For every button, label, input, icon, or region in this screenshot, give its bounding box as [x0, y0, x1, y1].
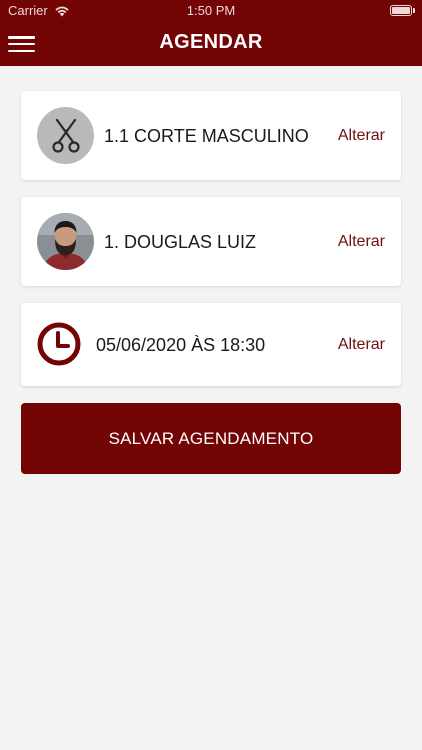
- status-time: 1:50 PM: [186, 3, 236, 18]
- app-header: Carrier 1:50 PM AGENDAR: [0, 0, 422, 66]
- change-datetime-link[interactable]: Alterar: [338, 336, 385, 354]
- datetime-label: 05/06/2020 ÀS 18:30: [96, 335, 266, 355]
- professional-avatar: [37, 213, 94, 270]
- datetime-card[interactable]: 05/06/2020 ÀS 18:30 Alterar: [21, 303, 401, 386]
- scissors-icon: [51, 118, 80, 153]
- service-avatar: [37, 107, 94, 164]
- status-bar: Carrier 1:50 PM: [0, 0, 422, 22]
- clock-icon: [37, 322, 81, 366]
- avatar-photo: [37, 213, 94, 270]
- professional-card[interactable]: 1. DOUGLAS LUIZ Alterar: [21, 197, 401, 286]
- service-label: 1.1 CORTE MASCULINO: [104, 126, 309, 146]
- professional-label: 1. DOUGLAS LUIZ: [104, 232, 257, 252]
- page-title: AGENDAR: [159, 31, 263, 53]
- service-card[interactable]: 1.1 CORTE MASCULINO Alterar: [21, 91, 401, 180]
- battery-icon: [390, 5, 415, 16]
- change-professional-link[interactable]: Alterar: [338, 233, 385, 251]
- save-appointment-button[interactable]: SALVAR AGENDAMENTO: [21, 403, 401, 474]
- change-service-link[interactable]: Alterar: [338, 127, 385, 145]
